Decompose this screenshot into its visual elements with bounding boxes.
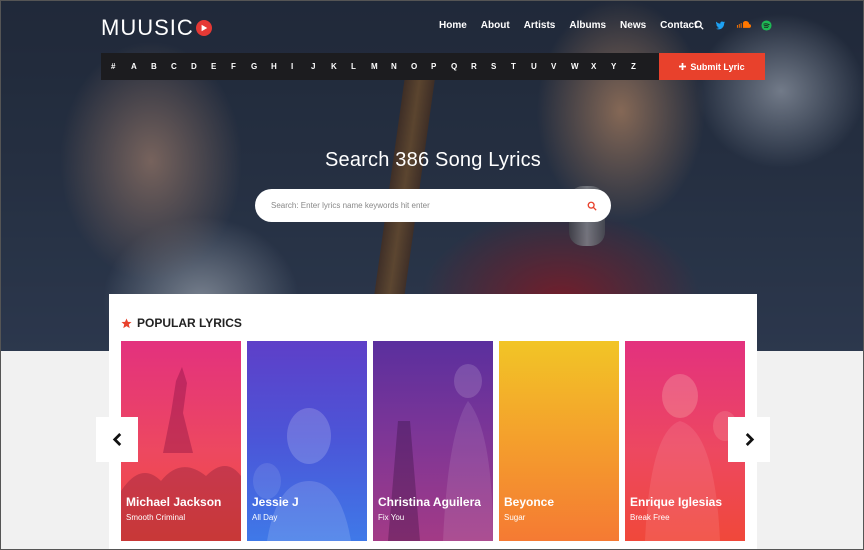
soundcloud-icon[interactable] <box>735 19 751 31</box>
alpha-l[interactable]: L <box>351 62 371 71</box>
nav-about[interactable]: About <box>481 20 510 31</box>
alpha-q[interactable]: Q <box>451 62 471 71</box>
alpha-p[interactable]: P <box>431 62 451 71</box>
popular-lyrics-heading: POPULAR LYRICS <box>121 316 242 330</box>
submit-lyric-button[interactable]: Submit Lyric <box>659 53 765 80</box>
search-icon[interactable] <box>693 19 705 31</box>
card-artist: Christina Aguilera <box>378 495 481 509</box>
card-artist: Michael Jackson <box>126 495 222 509</box>
card-song: All Day <box>252 513 278 522</box>
chevron-right-icon <box>745 433 754 446</box>
alpha-i[interactable]: I <box>291 62 311 71</box>
alpha-t[interactable]: T <box>511 62 531 71</box>
plus-icon <box>679 63 687 70</box>
card-song: Smooth Criminal <box>126 513 186 522</box>
alpha-m[interactable]: M <box>371 62 391 71</box>
lyric-card[interactable]: Christina Aguilera Fix You <box>373 341 493 541</box>
lyric-card[interactable]: Jessie J All Day <box>247 341 367 541</box>
play-icon <box>195 20 212 36</box>
twitter-icon[interactable] <box>714 19 726 31</box>
search-title: Search 386 Song Lyrics <box>324 149 541 171</box>
alpha-v[interactable]: V <box>551 62 571 71</box>
spotify-icon[interactable] <box>760 19 772 31</box>
alpha-c[interactable]: C <box>171 62 191 71</box>
search-box <box>255 189 611 222</box>
nav-news[interactable]: News <box>620 20 646 31</box>
nav-contact[interactable]: Contact <box>660 20 697 31</box>
search-icon[interactable] <box>587 201 597 211</box>
alpha-n[interactable]: N <box>391 62 411 71</box>
nav-artists[interactable]: Artists <box>524 20 556 31</box>
alpha-k[interactable]: K <box>331 62 351 71</box>
submit-lyric-label: Submit Lyric <box>690 61 745 72</box>
main-nav: Home About Artists Albums News Contact <box>439 20 711 31</box>
lyric-card[interactable]: Enrique Iglesias Break Free <box>625 341 745 541</box>
alpha-y[interactable]: Y <box>611 62 631 71</box>
alpha-o[interactable]: O <box>411 62 431 71</box>
alpha-z[interactable]: Z <box>631 62 651 71</box>
band-image <box>388 364 493 541</box>
carousel-prev-button[interactable] <box>96 417 138 462</box>
alpha-e[interactable]: E <box>211 62 231 71</box>
alpha-d[interactable]: D <box>191 62 211 71</box>
alpha-s[interactable]: S <box>491 62 511 71</box>
card-artist: Jessie J <box>252 495 299 509</box>
alpha-r[interactable]: R <box>471 62 491 71</box>
alpha-j[interactable]: J <box>311 62 331 71</box>
star-icon <box>121 317 132 328</box>
lyrics-search-input[interactable] <box>271 201 587 210</box>
card-artist: Enrique Iglesias <box>630 495 723 509</box>
alpha-w[interactable]: W <box>571 62 591 71</box>
site-logo[interactable]: MUUSIC <box>101 15 212 41</box>
nav-home[interactable]: Home <box>439 20 467 31</box>
crowd-image <box>121 367 241 541</box>
lyrics-carousel: Michael Jackson Smooth Criminal Jessie J… <box>121 341 745 541</box>
card-song: Fix You <box>378 513 405 522</box>
lyric-card[interactable]: Beyonce Sugar <box>499 341 619 541</box>
popular-lyrics-title: POPULAR LYRICS <box>137 316 242 330</box>
alpha-x[interactable]: X <box>591 62 611 71</box>
alpha-a[interactable]: A <box>131 62 151 71</box>
alpha-f[interactable]: F <box>231 62 251 71</box>
page-frame: MUUSIC Home About Artists Albums News Co… <box>0 0 864 550</box>
alpha-b[interactable]: B <box>151 62 171 71</box>
card-artist: Beyonce <box>504 495 555 509</box>
alpha-u[interactable]: U <box>531 62 551 71</box>
card-song: Sugar <box>504 513 526 522</box>
carousel-next-button[interactable] <box>728 417 770 462</box>
card-song: Break Free <box>630 513 670 522</box>
lyric-card[interactable]: Michael Jackson Smooth Criminal <box>121 341 241 541</box>
chevron-left-icon <box>112 433 121 446</box>
singer-image <box>645 374 737 541</box>
singer-image <box>253 408 351 541</box>
nav-albums[interactable]: Albums <box>569 20 606 31</box>
alpha-g[interactable]: G <box>251 62 271 71</box>
alphabet-filter-bar: # A B C D E F G H I J K L M N O P Q R S … <box>101 53 659 80</box>
alpha-h[interactable]: H <box>271 62 291 71</box>
alpha-hash[interactable]: # <box>111 62 131 71</box>
nav-icons <box>693 19 772 31</box>
popular-lyrics-panel: POPULAR LYRICS Michael Jackson Smooth Cr… <box>109 294 757 549</box>
logo-text: MUUSIC <box>101 15 194 40</box>
